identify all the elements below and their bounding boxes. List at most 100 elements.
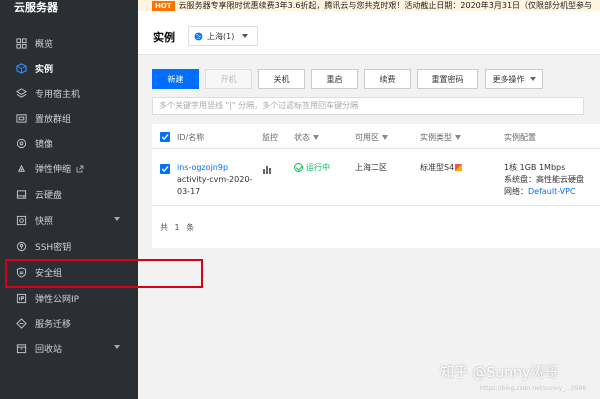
more-actions-label: 更多操作 — [492, 74, 525, 84]
column-type-label: 实例类型 — [420, 133, 452, 142]
sidebar: 云服务器 概览 实例 专用宿主机 置放群组 镜像 弹性伸缩 云硬盘 快照 SSH… — [0, 0, 138, 399]
sidebar-item-instances[interactable]: 实例 — [0, 56, 138, 81]
disk-icon — [15, 189, 27, 201]
key-icon — [15, 241, 27, 253]
sidebar-item-recycle-bin[interactable]: 回收站 — [0, 336, 138, 361]
sidebar-title: 云服务器 — [14, 1, 58, 14]
page-header: 实例 上海(1) — [138, 11, 600, 55]
instance-name-line2: 03-17 — [177, 187, 201, 196]
sidebar-item-placement-group[interactable]: 置放群组 — [0, 106, 138, 131]
select-all-checkbox[interactable] — [160, 132, 170, 142]
sidebar-item-label: 镜像 — [35, 140, 54, 150]
chevron-down-icon — [529, 77, 536, 81]
column-type[interactable]: 实例类型 — [420, 132, 461, 143]
sidebar-item-elastic-ip[interactable]: 弹性公网IP — [0, 286, 138, 311]
group-icon — [15, 113, 27, 125]
search-input[interactable]: 多个关键字用竖线 "|" 分隔，多个过滤标签用回车键分隔 — [152, 97, 584, 115]
start-button[interactable]: 开机 — [205, 69, 252, 89]
chevron-down-icon — [242, 34, 249, 38]
renew-button[interactable]: 续费 — [364, 69, 411, 89]
total-count: 共 1 条 — [160, 223, 197, 232]
sidebar-item-label: 弹性伸缩 — [35, 165, 72, 175]
column-zone-label: 可用区 — [355, 133, 379, 142]
watermark-url: https://blog.csdn.net/sunny_...5986 — [480, 385, 587, 392]
trash-icon — [15, 343, 27, 355]
instance-id-link[interactable]: ins-ogzojn9p — [177, 162, 252, 174]
snapshot-icon — [15, 215, 27, 227]
config-system-disk: 系统盘：高性能云硬盘 — [504, 175, 584, 184]
hot-badge: HOT — [152, 1, 175, 11]
chevron-down-icon[interactable] — [114, 345, 120, 349]
column-monitor: 监控 — [262, 133, 278, 142]
sidebar-item-auto-scaling[interactable]: 弹性伸缩 — [0, 156, 138, 181]
monitor-cell[interactable] — [262, 164, 272, 178]
region-selector[interactable]: 上海(1) — [188, 26, 258, 46]
filter-icon[interactable] — [382, 135, 388, 140]
check-circle-icon — [294, 163, 303, 172]
grid-icon — [15, 38, 27, 50]
sidebar-item-snapshot[interactable]: 快照 — [0, 208, 138, 233]
ip-icon — [15, 293, 27, 305]
layers-icon — [15, 88, 27, 100]
tag-icon — [455, 164, 463, 171]
table-row[interactable]: ins-ogzojn9p activity-cvm-2020- 03-17 运行… — [152, 150, 600, 206]
sidebar-item-label: 置放群组 — [35, 115, 72, 125]
migrate-icon — [15, 318, 27, 330]
cube-icon — [15, 63, 27, 75]
column-config: 实例配置 — [504, 133, 536, 142]
sidebar-item-overview[interactable]: 概览 — [0, 31, 138, 56]
external-link-icon — [76, 165, 84, 172]
sidebar-item-ssh-key[interactable]: SSH密钥 — [0, 234, 138, 259]
status-cell: 运行中 — [294, 162, 330, 174]
sidebar-item-label: SSH密钥 — [35, 243, 72, 253]
sidebar-item-label: 服务迁移 — [35, 320, 72, 330]
sidebar-item-service-migration[interactable]: 服务迁移 — [0, 311, 138, 336]
sidebar-item-label: 弹性公网IP — [35, 295, 80, 305]
column-id: ID/名称 — [177, 133, 205, 142]
shutdown-button[interactable]: 关机 — [258, 69, 305, 89]
type-cell: 标准型S4 — [420, 162, 463, 174]
highlight-box — [5, 259, 203, 288]
sidebar-item-label: 云硬盘 — [35, 191, 63, 201]
status-badge: 运行中 — [306, 163, 330, 172]
globe-icon — [194, 32, 203, 40]
network-link[interactable]: Default-VPC — [528, 187, 576, 196]
sidebar-item-label: 专用宿主机 — [35, 90, 81, 100]
bar-chart-icon[interactable] — [262, 164, 272, 174]
table-header: ID/名称 监控 状态 可用区 实例类型 实例配置 — [152, 124, 600, 149]
instance-id-cell: ins-ogzojn9p activity-cvm-2020- 03-17 — [177, 162, 252, 198]
column-zone[interactable]: 可用区 — [355, 132, 388, 143]
chevron-down-icon[interactable] — [114, 217, 120, 221]
filter-icon[interactable] — [455, 135, 461, 140]
region-label: 上海(1) — [207, 31, 235, 41]
config-spec: 1核 1GB 1Mbps — [504, 163, 566, 172]
instance-name-line1: activity-cvm-2020- — [177, 175, 253, 184]
filter-icon[interactable] — [313, 135, 319, 140]
restart-button[interactable]: 重启 — [311, 69, 358, 89]
sidebar-item-label: 实例 — [35, 65, 54, 75]
config-network: 网络：Default-VPC — [504, 186, 584, 198]
config-cell: 1核 1GB 1Mbps 系统盘：高性能云硬盘 网络：Default-VPC — [504, 162, 584, 198]
watermark: 知乎 @Sunny涛哥 — [440, 365, 559, 381]
more-actions-button[interactable]: 更多操作 — [485, 69, 543, 89]
disc-icon — [15, 138, 27, 150]
instance-type: 标准型S4 — [420, 163, 455, 172]
sidebar-item-dedicated-host[interactable]: 专用宿主机 — [0, 81, 138, 106]
network-label: 网络： — [504, 187, 528, 196]
promo-notice[interactable]: HOT 云服务器专享限时优惠续费3年3.6折起，腾讯云与您共克时艰！活动截止日期：… — [138, 0, 600, 11]
scale-icon — [15, 163, 27, 175]
column-status[interactable]: 状态 — [294, 132, 319, 143]
sidebar-item-cloud-disk[interactable]: 云硬盘 — [0, 182, 138, 207]
zone-cell: 上海二区 — [355, 163, 387, 172]
promo-text: 云服务器专享限时优惠续费3年3.6折起，腾讯云与您共克时艰！活动截止日期：202… — [178, 1, 593, 10]
sidebar-item-label: 概览 — [35, 40, 54, 50]
column-status-label: 状态 — [294, 133, 310, 142]
instance-table: ID/名称 监控 状态 可用区 实例类型 实例配置 ins-ogzojn9p a… — [152, 124, 600, 248]
reset-password-button[interactable]: 重置密码 — [417, 69, 478, 89]
sidebar-item-images[interactable]: 镜像 — [0, 131, 138, 156]
page-title: 实例 — [153, 31, 175, 44]
sidebar-item-label: 回收站 — [35, 345, 63, 355]
row-checkbox[interactable] — [160, 164, 170, 174]
sidebar-item-label: 快照 — [35, 217, 54, 227]
new-instance-button[interactable]: 新建 — [152, 69, 199, 89]
